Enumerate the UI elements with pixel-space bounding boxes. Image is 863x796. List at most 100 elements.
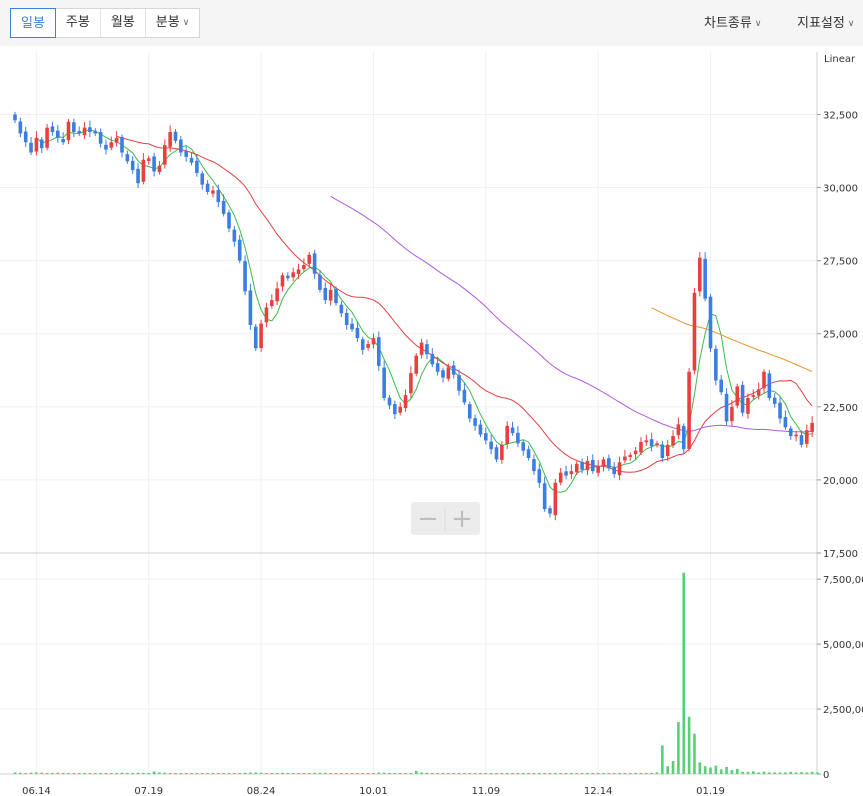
volume-bar [254,772,258,774]
candle-body [270,300,274,306]
volume-bar [784,772,787,774]
candle-body [425,344,429,355]
volume-bar [794,772,798,774]
candle-body [23,131,28,143]
candle-body [371,338,376,345]
volume-bar [661,745,664,774]
zoom-out-button[interactable]: − [417,504,439,534]
volume-bar [671,761,675,774]
candle-body [179,139,183,153]
tab-monthly[interactable]: 월봉 [101,9,146,37]
volume-bar [136,772,140,774]
candle-body [18,121,23,134]
volume-bar [409,772,413,774]
volume-bar [340,772,343,774]
candle-body [633,450,638,455]
volume-bar [222,772,225,774]
tab-daily[interactable]: 일봉 [10,8,56,38]
volume-tick-label: 0 [823,770,829,781]
volume-bar [709,767,712,774]
candle-body [393,404,397,415]
candle-body [649,439,654,447]
candle-body [398,406,402,413]
candle-body [778,402,782,419]
volume-bar [158,772,161,774]
candle-body [730,406,734,422]
price-tick-label: 32,500 [823,110,858,121]
volume-bar [243,772,247,774]
candle-body [548,508,552,514]
candle-body [537,469,542,483]
candle-body [29,142,33,153]
volume-bar [275,772,279,774]
volume-bar [575,772,579,774]
volume-bar [174,772,177,774]
chart-type-dropdown[interactable]: 차트종류 ∨ [704,12,761,31]
volume-bar [714,765,718,774]
scale-type-label: Linear [824,54,856,65]
volume-bar [602,772,605,774]
volume-bar [291,772,295,774]
tab-minute[interactable]: 분봉 ∨ [146,9,200,37]
volume-bar [762,771,766,774]
price-tick-label: 27,500 [823,257,858,268]
tab-weekly[interactable]: 주봉 [56,9,101,37]
volume-bar [773,772,776,774]
candle-body [681,426,686,450]
volume-bar [591,772,595,774]
candle-body [232,229,237,242]
volume-bar [93,772,97,774]
volume-bar [99,772,102,774]
volume-bar [687,716,691,774]
candle-body [698,257,702,292]
candle-body [767,373,772,399]
candle-body [435,363,440,372]
volume-bar [233,772,236,774]
candle-body [596,466,600,473]
volume-bar [789,771,793,774]
candle-body [50,126,55,133]
zoom-in-button[interactable]: + [451,504,473,534]
date-tick-label: 06.14 [22,786,51,796]
candle-body [355,327,360,339]
candle-body [532,459,536,472]
volume-bar [217,772,220,774]
volume-bar [393,772,397,774]
candle-body [521,442,526,451]
candle-body [457,375,461,391]
indicator-settings-dropdown[interactable]: 지표설정 ∨ [797,12,854,31]
candle-body [286,275,290,279]
volume-bar [489,772,493,774]
candle-body [623,456,627,461]
stock-chart[interactable]: Linear 32,500 30,000 27,500 25,000 22,500 20,… [0,46,863,796]
candle-body [130,160,135,171]
volume-bar [72,772,76,774]
date-tick-label: 01.19 [696,786,725,796]
volume-bar [345,772,348,774]
volume-bar [650,772,653,774]
volume-bar [270,772,274,774]
volume-bar [618,772,621,774]
volume-bar [543,772,546,774]
ma60-line [330,195,813,433]
candle-body [564,471,568,476]
candle-body [77,131,81,134]
volume-bar [746,771,750,774]
price-tick-label: 25,000 [823,330,858,341]
candle-body [644,440,649,443]
volume-bar [126,772,129,774]
candle-body [173,131,178,141]
volume-tick-label: 2,500,00 [823,705,863,716]
candle-body [168,132,172,147]
volume-bar [329,772,332,774]
candle-body [146,158,151,161]
volume-bar [484,772,488,774]
candle-body [387,397,392,406]
volume-bar [110,772,113,774]
candle-body [612,466,616,475]
candle-body [478,424,483,435]
indicator-settings-label: 지표설정 [797,16,845,31]
volume-tick-label: 7,500,00 [823,575,863,586]
candle-body [580,461,584,470]
candle-body [441,370,445,378]
